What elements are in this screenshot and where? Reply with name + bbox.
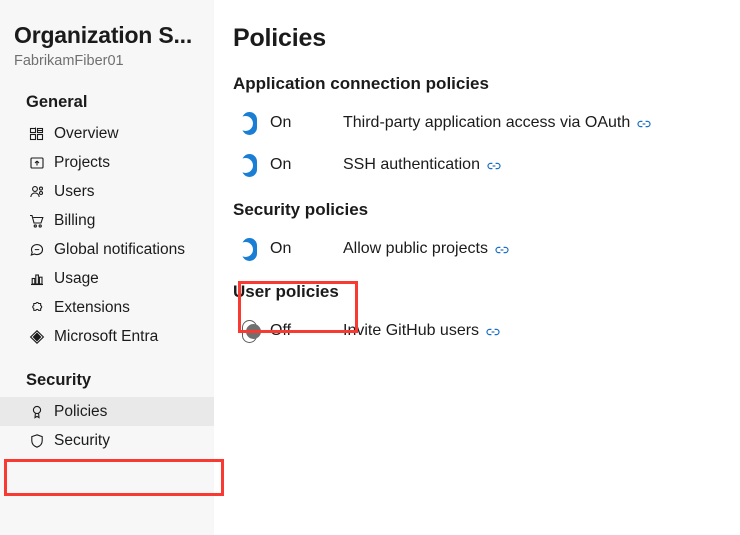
toggle-state-label: Off bbox=[270, 322, 300, 340]
section-title: Security policies bbox=[233, 198, 740, 222]
toggle-cell: On bbox=[242, 154, 300, 177]
organization-title: Organization S... bbox=[14, 22, 200, 48]
toggle-ssh-authentication[interactable] bbox=[242, 154, 257, 177]
policy-row-invite-github-users: Off Invite GitHub users bbox=[230, 316, 740, 346]
organization-name: FabrikamFiber01 bbox=[14, 53, 200, 69]
toggle-third-party-oauth[interactable] bbox=[242, 112, 257, 135]
sidebar-item-billing[interactable]: Billing bbox=[0, 206, 214, 235]
sidebar-item-label: Usage bbox=[54, 271, 99, 287]
toggle-knob bbox=[246, 324, 261, 339]
sidebar-navigation: Organization S... FabrikamFiber01 Genera… bbox=[0, 0, 214, 535]
toggle-knob bbox=[238, 158, 253, 173]
toggle-state-label: On bbox=[270, 114, 300, 132]
policy-label-container: Invite GitHub users bbox=[343, 322, 500, 340]
policy-label-container: Allow public projects bbox=[343, 240, 509, 258]
sidebar-item-label: Overview bbox=[54, 126, 119, 142]
section-security-policies: Security policies On Allow public projec… bbox=[230, 198, 740, 264]
organization-header: Organization S... FabrikamFiber01 bbox=[0, 0, 214, 69]
sidebar-item-label: Projects bbox=[54, 155, 110, 171]
dashboard-grid-icon bbox=[28, 125, 45, 142]
sidebar-item-label: Security bbox=[54, 433, 110, 449]
section-title: Application connection policies bbox=[233, 72, 740, 96]
policy-row-third-party-oauth: On Third-party application access via OA… bbox=[230, 108, 740, 138]
toggle-knob bbox=[238, 242, 253, 257]
sidebar-item-overview[interactable]: Overview bbox=[0, 119, 214, 148]
policies-ribbon-icon bbox=[28, 403, 45, 420]
toggle-cell: On bbox=[242, 112, 300, 135]
link-chain-icon[interactable] bbox=[637, 118, 651, 130]
notification-bubble-icon bbox=[28, 241, 45, 258]
page-title: Policies bbox=[233, 22, 740, 54]
policy-label: Invite GitHub users bbox=[343, 322, 479, 340]
policy-label: Allow public projects bbox=[343, 240, 488, 258]
toggle-knob bbox=[238, 116, 253, 131]
link-chain-icon[interactable] bbox=[487, 160, 501, 172]
billing-cart-icon bbox=[28, 212, 45, 229]
toggle-allow-public-projects[interactable] bbox=[242, 238, 257, 261]
section-title: User policies bbox=[233, 280, 740, 304]
security-shield-icon bbox=[28, 432, 45, 449]
projects-box-icon bbox=[28, 154, 45, 171]
sidebar-item-label: Users bbox=[54, 184, 94, 200]
policy-label-container: SSH authentication bbox=[343, 156, 501, 174]
sidebar-item-label: Global notifications bbox=[54, 242, 185, 258]
toggle-cell: Off bbox=[242, 320, 300, 343]
sidebar-item-extensions[interactable]: Extensions bbox=[0, 293, 214, 322]
toggle-state-label: On bbox=[270, 156, 300, 174]
nav-group-title-general: General bbox=[0, 89, 214, 119]
sidebar-item-projects[interactable]: Projects bbox=[0, 148, 214, 177]
policy-row-allow-public-projects: On Allow public projects bbox=[230, 234, 740, 264]
sidebar-item-label: Extensions bbox=[54, 300, 130, 316]
policy-label: Third-party application access via OAuth bbox=[343, 114, 630, 132]
sidebar-item-security[interactable]: Security bbox=[0, 426, 214, 455]
toggle-invite-github-users[interactable] bbox=[242, 320, 257, 343]
nav-group-general: General Overview bbox=[0, 89, 214, 351]
toggle-state-label: On bbox=[270, 240, 300, 258]
policy-label: SSH authentication bbox=[343, 156, 480, 174]
link-chain-icon[interactable] bbox=[495, 244, 509, 256]
link-chain-icon[interactable] bbox=[486, 326, 500, 338]
sidebar-item-label: Billing bbox=[54, 213, 95, 229]
microsoft-entra-diamond-icon bbox=[28, 328, 45, 345]
sidebar-item-microsoft-entra[interactable]: Microsoft Entra bbox=[0, 322, 214, 351]
sidebar-item-usage[interactable]: Usage bbox=[0, 264, 214, 293]
section-application-connection-policies: Application connection policies On Third… bbox=[230, 72, 740, 180]
users-people-icon bbox=[28, 183, 45, 200]
sidebar-item-policies[interactable]: Policies bbox=[0, 397, 214, 426]
policy-label-container: Third-party application access via OAuth bbox=[343, 114, 651, 132]
sidebar-item-users[interactable]: Users bbox=[0, 177, 214, 206]
nav-group-security: Security Policies Security bbox=[0, 367, 214, 455]
extensions-puzzle-icon bbox=[28, 299, 45, 316]
sidebar-item-label: Policies bbox=[54, 404, 107, 420]
settings-page: Organization S... FabrikamFiber01 Genera… bbox=[0, 0, 740, 535]
main-content: Policies Application connection policies… bbox=[214, 0, 740, 535]
section-user-policies: User policies Off Invite GitHub users bbox=[230, 280, 740, 346]
sidebar-item-global-notifications[interactable]: Global notifications bbox=[0, 235, 214, 264]
nav-group-title-security: Security bbox=[0, 367, 214, 397]
toggle-cell: On bbox=[242, 238, 300, 261]
usage-bar-chart-icon bbox=[28, 270, 45, 287]
policy-row-ssh-authentication: On SSH authentication bbox=[230, 150, 740, 180]
sidebar-item-label: Microsoft Entra bbox=[54, 329, 158, 345]
